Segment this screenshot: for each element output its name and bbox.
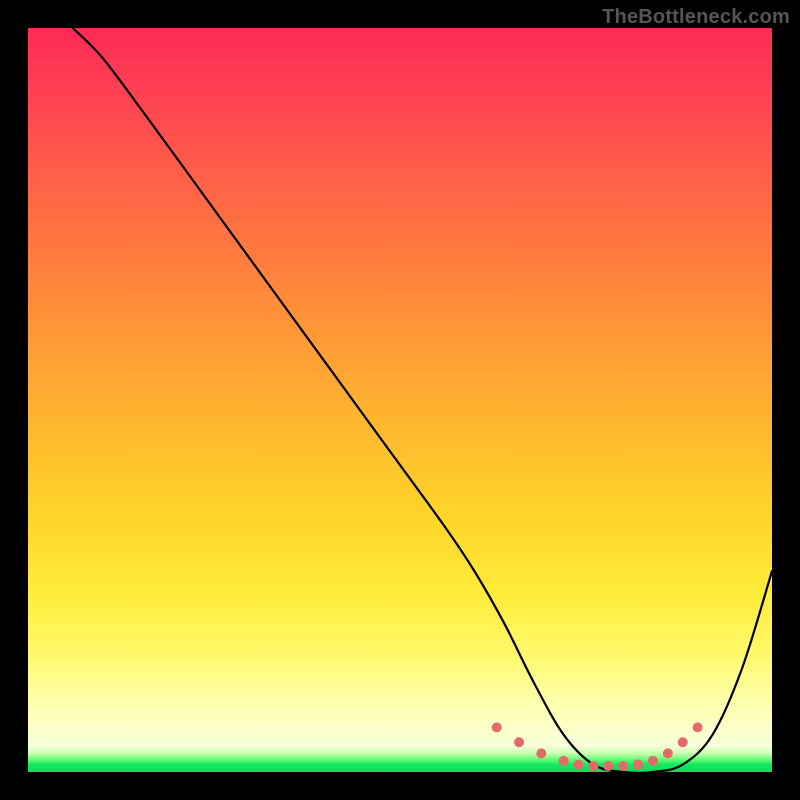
highlight-dot [633, 760, 643, 770]
plot-area [28, 28, 772, 772]
highlight-dot [693, 722, 703, 732]
watermark-text: TheBottleneck.com [602, 6, 790, 29]
highlight-dot [492, 722, 502, 732]
highlight-dot [648, 756, 658, 766]
highlight-dot [663, 748, 673, 758]
highlight-dot [603, 761, 613, 771]
curve-layer [28, 28, 772, 772]
highlight-dot [588, 761, 598, 771]
highlight-dot [618, 761, 628, 771]
bottleneck-curve [73, 28, 772, 773]
highlight-dot [559, 756, 569, 766]
highlight-dot [536, 748, 546, 758]
chart-container: TheBottleneck.com [0, 0, 800, 800]
highlight-dot [574, 760, 584, 770]
highlight-dot [678, 737, 688, 747]
optimal-band-dots [492, 722, 703, 771]
highlight-dot [514, 737, 524, 747]
